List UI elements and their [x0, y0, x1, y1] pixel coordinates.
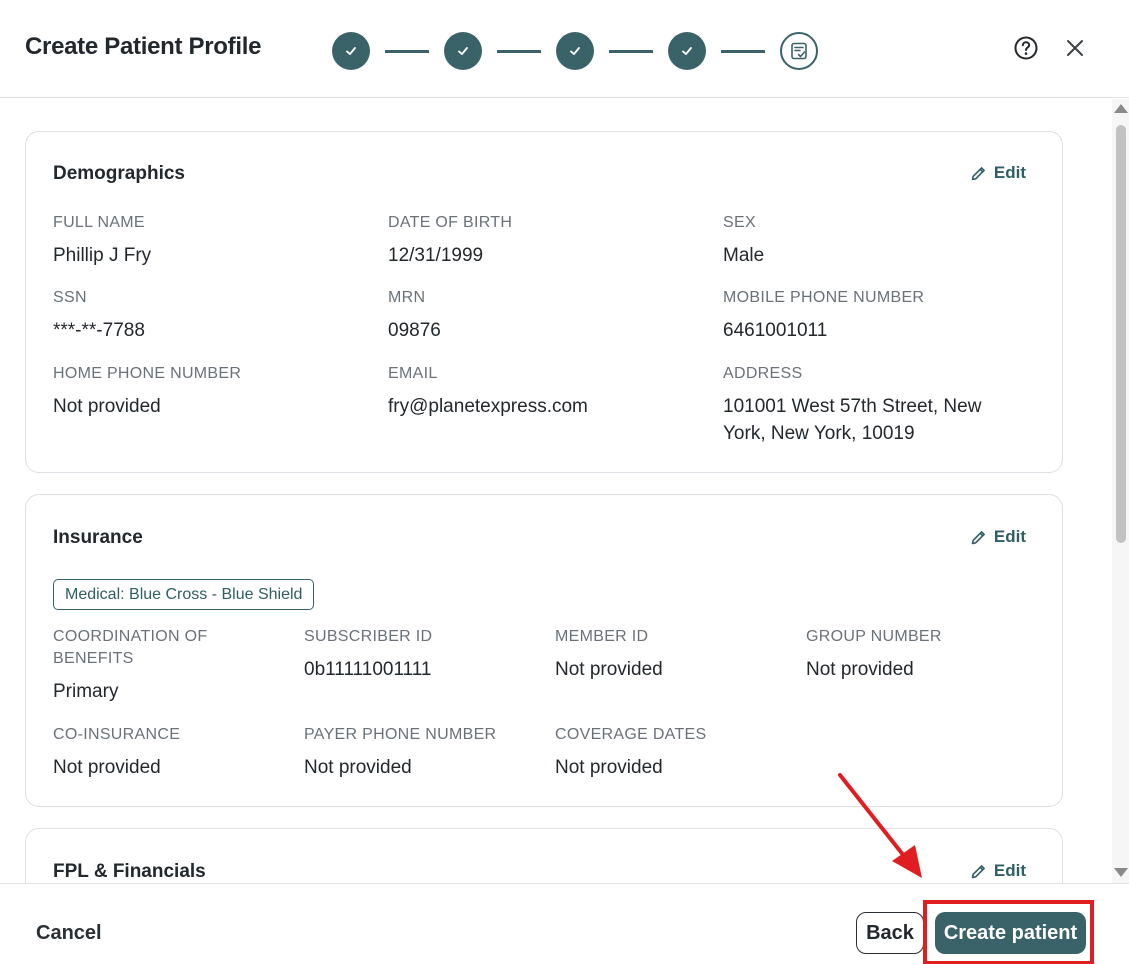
- close-icon: [1067, 40, 1083, 56]
- field-value: Not provided: [304, 757, 412, 778]
- insurance-card: Insurance Edit Medical: Blue Cross - Blu…: [25, 494, 1063, 807]
- field-value: Primary: [53, 681, 119, 702]
- fpl-title: FPL & Financials: [53, 861, 206, 882]
- insurance-edit-button[interactable]: Edit: [970, 527, 1026, 547]
- field-date-of-birth: DATE OF BIRTH 12/31/1999: [388, 212, 512, 269]
- step-1-complete[interactable]: [332, 32, 370, 70]
- field-coordination-of-benefits: COORDINATION OF BENEFITS Primary: [53, 626, 253, 705]
- check-icon: [682, 47, 692, 55]
- field-label: MEMBER ID: [555, 628, 649, 645]
- field-value: Not provided: [53, 757, 161, 778]
- demographics-edit-button[interactable]: Edit: [970, 163, 1026, 183]
- scroll-up-arrow-icon[interactable]: [1114, 104, 1128, 113]
- step-connector: [385, 49, 429, 53]
- field-value: Phillip J Fry: [53, 245, 152, 266]
- pencil-icon: [971, 530, 985, 544]
- field-label: GROUP NUMBER: [806, 628, 942, 645]
- field-label: EMAIL: [388, 365, 438, 382]
- edit-label: Edit: [993, 163, 1026, 182]
- field-label: SSN: [53, 289, 87, 306]
- insurance-title: Insurance: [53, 527, 143, 548]
- review-content[interactable]: Demographics Edit FULL NAME Phillip J Fr…: [0, 99, 1129, 883]
- field-value: Not provided: [555, 757, 663, 778]
- fpl-edit-button[interactable]: Edit: [970, 861, 1026, 881]
- pencil-icon: [971, 864, 985, 878]
- check-icon: [346, 47, 356, 55]
- field-payer-phone: PAYER PHONE NUMBER Not provided: [304, 724, 496, 781]
- field-value: ***-**-7788: [53, 320, 145, 341]
- field-label: MRN: [388, 289, 426, 306]
- help-icon: [1014, 36, 1038, 60]
- field-value: Not provided: [53, 396, 161, 417]
- review-checklist-icon: [791, 42, 807, 60]
- insurance-plan-tag: Medical: Blue Cross - Blue Shield: [53, 579, 315, 610]
- field-value: 09876: [388, 320, 441, 341]
- step-4-complete[interactable]: [668, 32, 706, 70]
- field-label: DATE OF BIRTH: [388, 214, 513, 231]
- edit-label: Edit: [993, 527, 1026, 546]
- field-label: PAYER PHONE NUMBER: [304, 726, 497, 743]
- field-coverage-dates: COVERAGE DATES Not provided: [555, 724, 707, 781]
- step-connector: [609, 49, 653, 53]
- field-full-name: FULL NAME Phillip J Fry: [53, 212, 151, 269]
- field-label: ADDRESS: [723, 365, 803, 382]
- field-label: FULL NAME: [53, 214, 145, 231]
- field-value: fry@planetexpress.com: [388, 396, 588, 417]
- field-value: 6461001011: [723, 320, 828, 341]
- scrollbar-thumb[interactable]: [1116, 125, 1126, 543]
- field-address: ADDRESS 101001 West 57th Street, New Yor…: [723, 363, 1013, 447]
- field-email: EMAIL fry@planetexpress.com: [388, 363, 588, 420]
- field-value: Male: [723, 245, 765, 266]
- step-connector: [721, 49, 765, 53]
- page-title: Create Patient Profile: [25, 33, 262, 60]
- field-mrn: MRN 09876: [388, 287, 441, 344]
- step-2-complete[interactable]: [444, 32, 482, 70]
- step-3-complete[interactable]: [556, 32, 594, 70]
- edit-label: Edit: [993, 861, 1026, 880]
- demographics-title: Demographics: [53, 163, 185, 184]
- back-button[interactable]: Back: [856, 912, 924, 954]
- check-icon: [458, 47, 468, 55]
- close-button[interactable]: [1060, 33, 1090, 63]
- step-connector: [497, 49, 541, 53]
- field-group-number: GROUP NUMBER Not provided: [806, 626, 942, 683]
- field-subscriber-id: SUBSCRIBER ID 0b11111001111: [304, 626, 432, 683]
- field-value: Not provided: [806, 659, 914, 680]
- field-member-id: MEMBER ID Not provided: [555, 626, 663, 683]
- create-patient-button[interactable]: Create patient: [935, 912, 1086, 954]
- scroll-down-arrow-icon[interactable]: [1114, 868, 1128, 877]
- field-home-phone: HOME PHONE NUMBER Not provided: [53, 363, 241, 420]
- field-label: COVERAGE DATES: [555, 726, 707, 743]
- field-value: Not provided: [555, 659, 663, 680]
- check-icon: [570, 47, 580, 55]
- cancel-button[interactable]: Cancel: [36, 922, 102, 945]
- annotation-arrow-icon: [838, 773, 922, 878]
- field-value: 12/31/1999: [388, 245, 484, 266]
- field-label: SEX: [723, 214, 756, 231]
- field-ssn: SSN ***-**-7788: [53, 287, 145, 344]
- field-label: COORDINATION OF BENEFITS: [53, 628, 208, 667]
- help-button[interactable]: [1011, 33, 1041, 63]
- field-sex: SEX Male: [723, 212, 764, 269]
- scrollbar[interactable]: [1112, 99, 1129, 883]
- progress-stepper: [332, 31, 818, 71]
- field-mobile-phone: MOBILE PHONE NUMBER 6461001011: [723, 287, 924, 344]
- field-label: CO-INSURANCE: [53, 726, 181, 743]
- step-5-review-current[interactable]: [780, 32, 818, 70]
- field-label: MOBILE PHONE NUMBER: [723, 289, 925, 306]
- demographics-card: Demographics Edit FULL NAME Phillip J Fr…: [25, 131, 1063, 473]
- field-label: HOME PHONE NUMBER: [53, 365, 242, 382]
- modal-footer: Cancel Back Create patient: [0, 883, 1129, 964]
- field-label: SUBSCRIBER ID: [304, 628, 433, 645]
- modal-header: Create Patient Profile: [0, 0, 1129, 98]
- pencil-icon: [971, 166, 985, 180]
- field-value: 101001 West 57th Street, New York, New Y…: [723, 396, 982, 444]
- field-value: 0b11111001111: [304, 659, 432, 680]
- field-co-insurance: CO-INSURANCE Not provided: [53, 724, 180, 781]
